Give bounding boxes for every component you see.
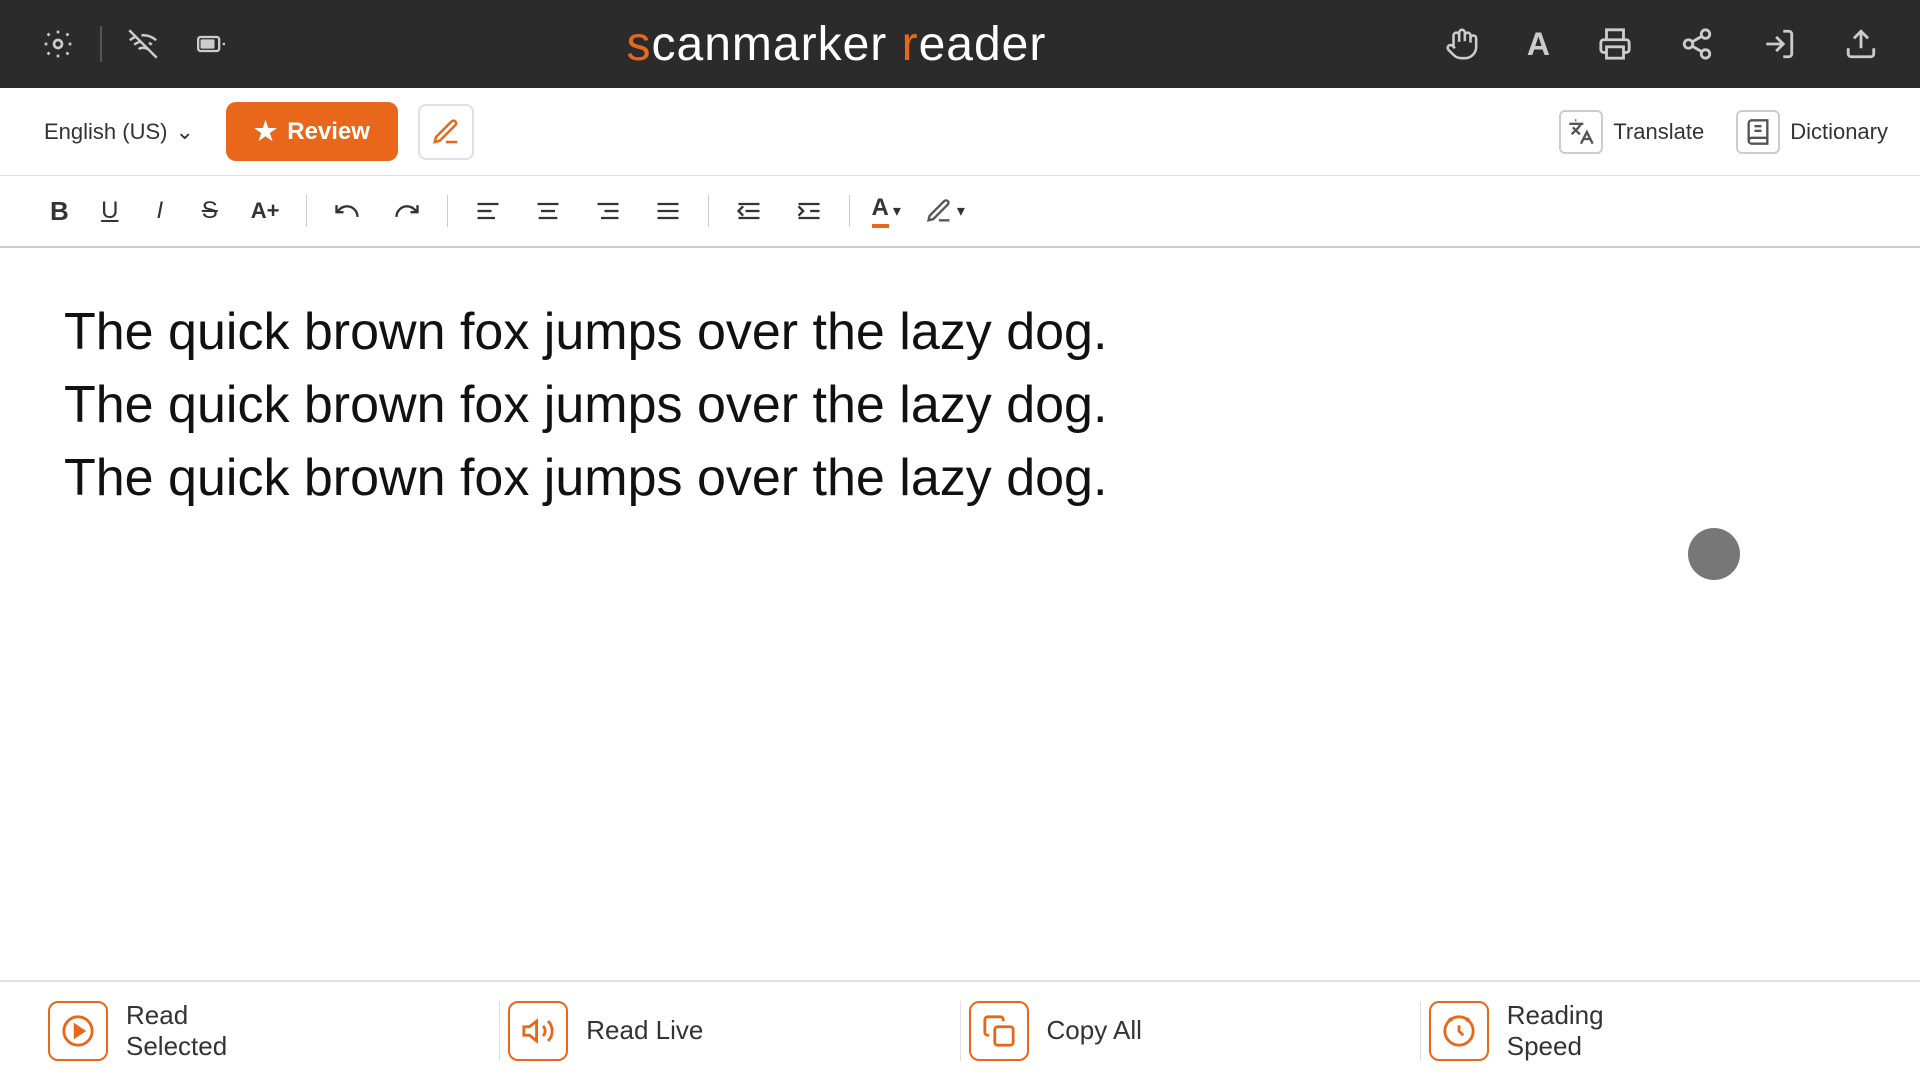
text-line-1: The quick brown fox jumps over the lazy …	[64, 296, 1856, 369]
star-icon: ★	[254, 116, 277, 147]
read-selected-icon	[48, 1001, 108, 1061]
share-button[interactable]	[1670, 25, 1724, 63]
align-right-button[interactable]	[584, 192, 632, 230]
reading-speed-action[interactable]: Reading Speed	[1429, 1000, 1872, 1062]
review-label: Review	[287, 118, 370, 146]
copy-all-icon	[969, 1001, 1029, 1061]
translate-label: Translate	[1613, 119, 1704, 145]
strikethrough-button[interactable]: S	[191, 192, 229, 230]
top-navbar: scanmarker reader A	[0, 0, 1920, 88]
chevron-down-icon: ⌄	[175, 119, 193, 145]
align-justify-button[interactable]	[644, 192, 692, 230]
indent-decrease-button[interactable]	[725, 192, 773, 230]
bold-button[interactable]: B	[40, 192, 79, 230]
text-color-button[interactable]: A ▾	[866, 190, 907, 232]
content-area[interactable]: The quick brown fox jumps over the lazy …	[0, 248, 1920, 980]
dictionary-icon-box	[1736, 110, 1780, 154]
battery-icon-button[interactable]	[184, 25, 238, 63]
undo-button[interactable]	[323, 192, 371, 230]
dictionary-button[interactable]: Dictionary	[1736, 110, 1888, 154]
redo-button[interactable]	[383, 192, 431, 230]
drag-handle[interactable]	[1688, 528, 1740, 580]
review-button[interactable]: ★ Review	[226, 102, 398, 161]
underline-button[interactable]: U	[91, 192, 129, 230]
read-selected-label: Read Selected	[126, 1000, 227, 1062]
indent-increase-button[interactable]	[785, 192, 833, 230]
align-left-button[interactable]	[464, 192, 512, 230]
font-settings-button[interactable]: A	[1517, 25, 1560, 63]
bottom-divider-2	[960, 1001, 961, 1061]
highlight-dropdown-icon: ▾	[957, 201, 965, 221]
export-button[interactable]	[1834, 25, 1888, 63]
fmt-separator-1	[306, 195, 307, 227]
app-title: scanmarker reader	[258, 17, 1415, 72]
content-text[interactable]: The quick brown fox jumps over the lazy …	[64, 296, 1856, 514]
bottom-divider-3	[1420, 1001, 1421, 1061]
nav-divider	[100, 26, 102, 62]
toolbar-row1: English (US) ⌄ ★ Review Translate	[0, 88, 1920, 176]
nav-right-actions: A	[1435, 25, 1888, 63]
bottom-divider-1	[499, 1001, 500, 1061]
text-line-3: The quick brown fox jumps over the lazy …	[64, 442, 1856, 515]
language-selector[interactable]: English (US) ⌄	[32, 111, 206, 153]
read-live-action[interactable]: Read Live	[508, 1001, 951, 1061]
print-button[interactable]	[1588, 25, 1642, 63]
highlight-button[interactable]	[418, 104, 474, 160]
gesture-button[interactable]	[1435, 25, 1489, 63]
copy-all-action[interactable]: Copy All	[969, 1001, 1412, 1061]
translate-button[interactable]: Translate	[1559, 110, 1704, 154]
toolbar-row2: B U I S A+	[0, 176, 1920, 248]
right-actions: Translate Dictionary	[1559, 110, 1888, 154]
read-live-label: Read Live	[586, 1015, 703, 1046]
settings-button[interactable]	[32, 25, 84, 63]
reading-speed-icon	[1429, 1001, 1489, 1061]
highlight-color-button[interactable]: ▾	[919, 193, 971, 229]
fmt-separator-3	[708, 195, 709, 227]
translate-icon-box	[1559, 110, 1603, 154]
read-selected-action[interactable]: Read Selected	[48, 1000, 491, 1062]
language-label: English (US)	[44, 119, 167, 145]
signal-icon-button[interactable]	[118, 25, 168, 63]
color-dropdown-icon: ▾	[893, 201, 901, 221]
nav-left-icons	[32, 25, 238, 63]
text-line-2: The quick brown fox jumps over the lazy …	[64, 369, 1856, 442]
bottom-bar: Read Selected Read Live Copy All	[0, 980, 1920, 1080]
align-center-button[interactable]	[524, 192, 572, 230]
reading-speed-label: Reading Speed	[1507, 1000, 1604, 1062]
dictionary-label: Dictionary	[1790, 119, 1888, 145]
import-button[interactable]	[1752, 25, 1806, 63]
italic-button[interactable]: I	[141, 192, 179, 230]
fmt-separator-2	[447, 195, 448, 227]
read-live-icon	[508, 1001, 568, 1061]
font-size-button[interactable]: A+	[241, 192, 290, 230]
fmt-separator-4	[849, 195, 850, 227]
copy-all-label: Copy All	[1047, 1015, 1142, 1046]
